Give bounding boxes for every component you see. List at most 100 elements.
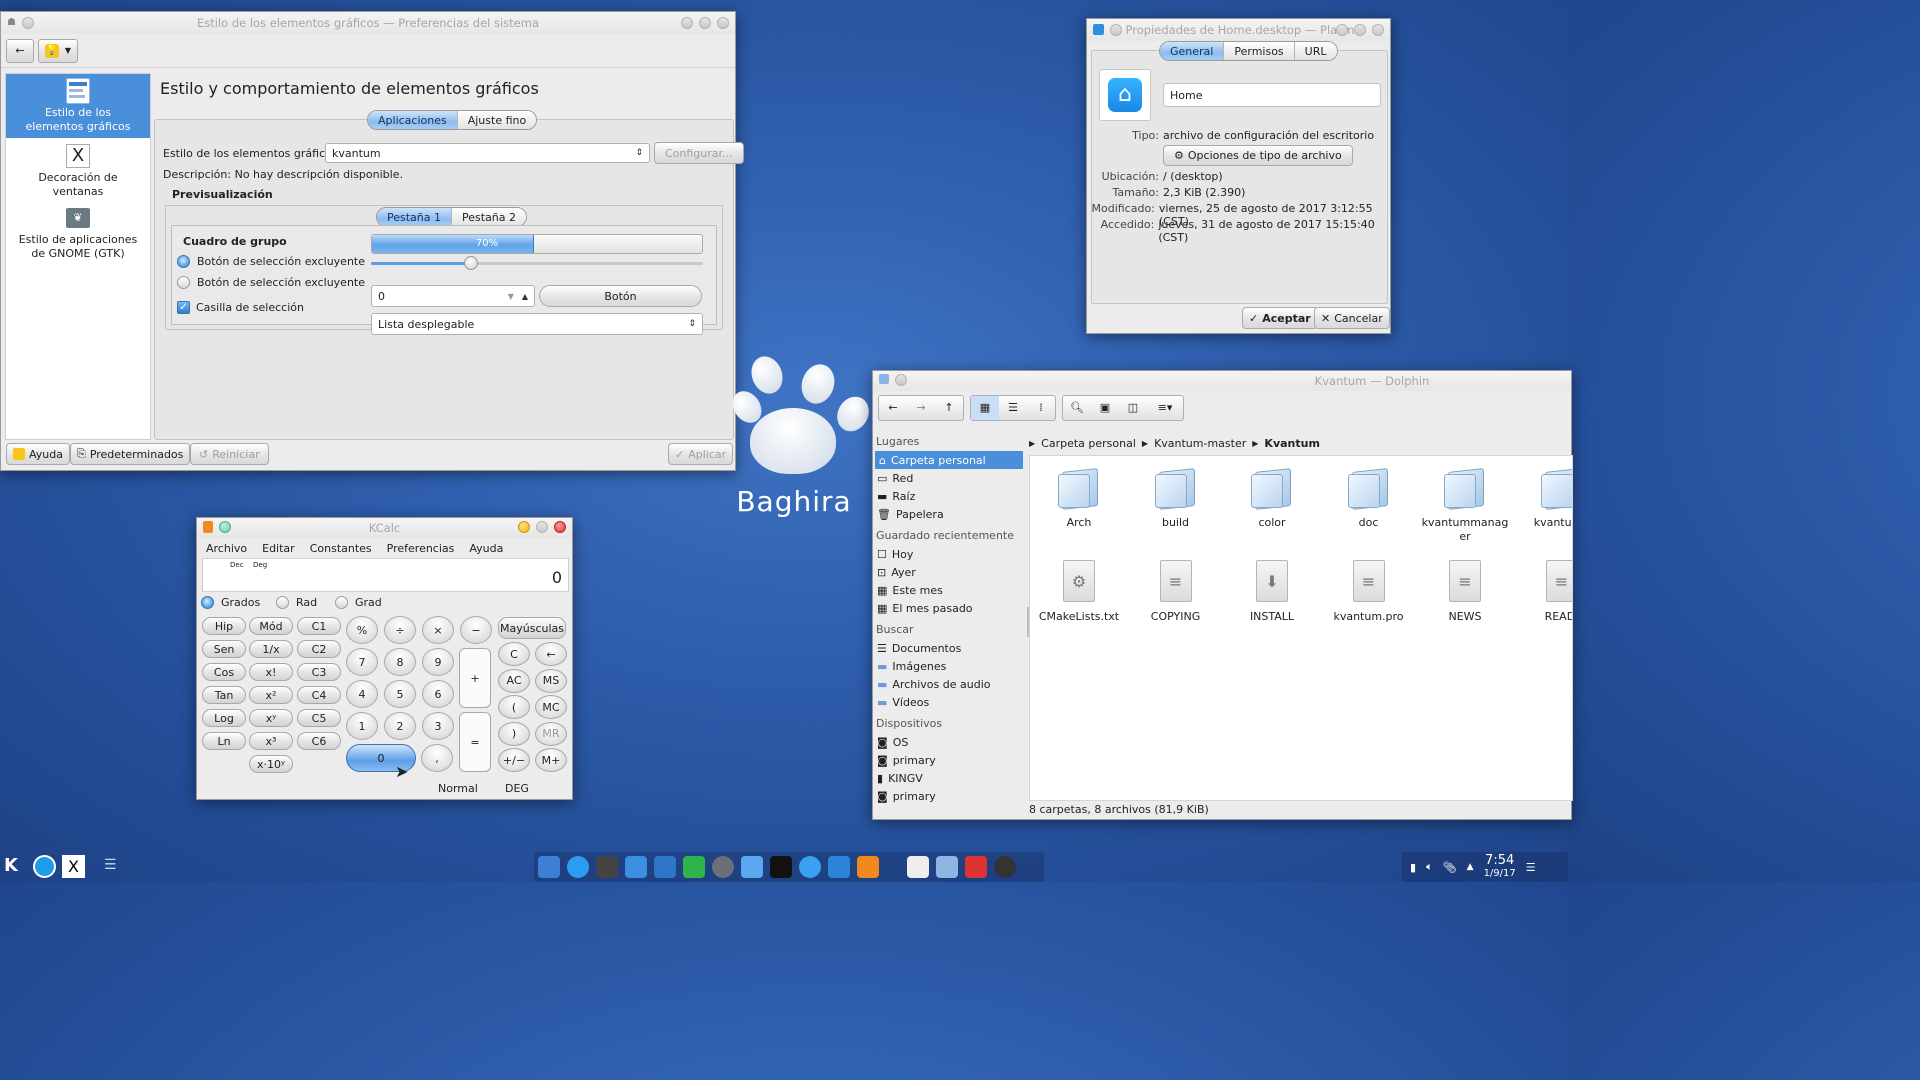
- file-item[interactable]: ≡ NEWS: [1420, 560, 1510, 623]
- icons-view-icon[interactable]: ▦: [971, 396, 999, 420]
- operator-key[interactable]: −: [460, 616, 492, 644]
- trash-dock-icon[interactable]: [965, 856, 987, 878]
- x-launcher-icon[interactable]: X: [62, 855, 85, 878]
- clip-icon[interactable]: 📎︎: [1443, 861, 1457, 874]
- minimize-button[interactable]: [1336, 24, 1348, 36]
- tab-preview-1[interactable]: Pestaña 1: [377, 208, 453, 226]
- tab-preview-2[interactable]: Pestaña 2: [452, 208, 527, 226]
- folder-item[interactable]: doc: [1324, 464, 1414, 530]
- fn-key[interactable]: Tan: [202, 686, 246, 704]
- folder-item[interactable]: color: [1227, 464, 1317, 530]
- hat-dock-icon[interactable]: [596, 856, 618, 878]
- menu-ayuda[interactable]: Ayuda: [469, 542, 503, 555]
- spin-box[interactable]: 0 ▼ ▲: [371, 285, 535, 307]
- crumb-kvantum-master[interactable]: Kvantum-master: [1154, 437, 1246, 450]
- angle-rad[interactable]: Rad: [276, 596, 317, 609]
- digit-key[interactable]: 1: [346, 712, 378, 740]
- fn-key[interactable]: x·10ʸ: [249, 755, 293, 773]
- pin-button[interactable]: [21, 17, 34, 29]
- search-documents[interactable]: ☰ Documentos: [873, 639, 1027, 657]
- settings-titlebar[interactable]: ☗ Estilo de los elementos gráficos — Pre…: [1, 12, 735, 34]
- memory-key[interactable]: MS: [535, 668, 567, 693]
- device-kingv[interactable]: ▮ KINGV: [873, 769, 1027, 787]
- place-root[interactable]: ▬ Raíz: [873, 487, 1027, 505]
- panel-menu-icon[interactable]: ☰: [1526, 861, 1536, 874]
- folder-item[interactable]: build: [1131, 464, 1221, 530]
- pin-button[interactable]: [1110, 24, 1122, 36]
- menu-editar[interactable]: Editar: [262, 542, 295, 555]
- spin-down-icon[interactable]: ▼: [508, 292, 514, 301]
- compact-view-icon[interactable]: ⁞: [1027, 396, 1055, 420]
- device-primary[interactable]: ◙ primary: [873, 751, 1027, 769]
- hint-button[interactable]: 💡 ▼: [38, 38, 78, 63]
- finder-dock-icon[interactable]: [741, 856, 763, 878]
- files-dock-icon[interactable]: [538, 856, 560, 878]
- crumb-kvantum[interactable]: Kvantum: [1264, 437, 1320, 450]
- defaults-button[interactable]: ⎘ Predeterminados: [70, 443, 191, 465]
- details-view-icon[interactable]: ☰: [999, 396, 1027, 420]
- help-button[interactable]: Ayuda: [6, 443, 70, 465]
- browser-dock-icon[interactable]: [567, 856, 589, 878]
- file-item[interactable]: ⚙ CMakeLists.txt: [1034, 560, 1124, 623]
- checkbox[interactable]: ✓: [177, 301, 190, 314]
- fn-key[interactable]: x!: [249, 663, 293, 681]
- recent-yesterday[interactable]: ⊡ Ayer: [873, 563, 1027, 581]
- writer-dock-icon[interactable]: [654, 856, 676, 878]
- cancel-button[interactable]: ✕ Cancelar: [1314, 307, 1390, 329]
- app-menu-icon[interactable]: ☗: [7, 17, 16, 29]
- angle-grados[interactable]: Grados: [201, 596, 260, 609]
- settings-dock-icon[interactable]: [712, 856, 734, 878]
- control-key[interactable]: (: [498, 695, 530, 719]
- digit-key[interactable]: 8: [384, 648, 416, 676]
- recent-month[interactable]: ▦ Este mes: [873, 581, 1027, 599]
- shift-key[interactable]: Mayúsculas: [498, 617, 566, 639]
- tab-permissions[interactable]: Permisos: [1224, 42, 1295, 60]
- device-os[interactable]: ◙ OS: [873, 733, 1027, 751]
- sidebar-item-gtk-style[interactable]: ❦ Estilo de aplicaciones de GNOME (GTK): [6, 202, 150, 266]
- tab-url[interactable]: URL: [1294, 42, 1337, 60]
- folder-item[interactable]: kvantummanager: [1420, 464, 1510, 544]
- forward-icon[interactable]: →: [907, 396, 935, 420]
- memory-key[interactable]: C1: [297, 617, 341, 635]
- split-view-icon[interactable]: ◫: [1119, 396, 1147, 420]
- fn-key[interactable]: 1/x: [249, 640, 293, 658]
- close-button[interactable]: [1372, 24, 1384, 36]
- search-launcher-icon[interactable]: [33, 855, 56, 878]
- fn-key[interactable]: Mód: [249, 617, 293, 635]
- taskbar-menu-icon[interactable]: ☰: [104, 857, 117, 873]
- spin-up-icon[interactable]: ▲: [522, 292, 528, 301]
- tab-general[interactable]: General: [1160, 42, 1225, 60]
- properties-titlebar[interactable]: Propiedades de Home.desktop — Plasma: [1087, 19, 1390, 41]
- volume-icon[interactable]: 🔈︎: [1426, 860, 1433, 874]
- recent-today[interactable]: ☐ Hoy: [873, 545, 1027, 563]
- memory-key[interactable]: M+: [535, 748, 567, 772]
- file-type-options-button[interactable]: ⚙ Opciones de tipo de archivo: [1163, 145, 1353, 166]
- digit-key[interactable]: 6: [422, 680, 454, 708]
- slider[interactable]: [371, 256, 703, 270]
- memory-key[interactable]: C6: [297, 732, 341, 750]
- operator-key[interactable]: ×: [422, 616, 454, 644]
- minimize-button[interactable]: [518, 521, 530, 533]
- equals-key[interactable]: =: [459, 712, 491, 772]
- file-item[interactable]: ≡ kvantum.pro: [1324, 560, 1414, 623]
- recent-last-month[interactable]: ▦ El mes pasado: [873, 599, 1027, 617]
- crumb-home[interactable]: Carpeta personal: [1041, 437, 1136, 450]
- back-icon[interactable]: ←: [879, 396, 907, 420]
- tray-expand-icon[interactable]: ▲: [1467, 862, 1474, 872]
- memory-key[interactable]: C4: [297, 686, 341, 704]
- maximize-button[interactable]: [699, 17, 711, 29]
- angle-grad[interactable]: Grad: [335, 596, 382, 609]
- fn-key[interactable]: Sen: [202, 640, 246, 658]
- search-videos[interactable]: ▬ Vídeos: [873, 693, 1027, 711]
- clock[interactable]: 7:54 1/9/17: [1484, 854, 1516, 880]
- calc-sheet-dock-icon[interactable]: [683, 856, 705, 878]
- logout-dock-icon[interactable]: [994, 856, 1016, 878]
- maximize-button[interactable]: [1354, 24, 1366, 36]
- compass-dock-icon[interactable]: [799, 856, 821, 878]
- digit-key[interactable]: 9: [422, 648, 454, 676]
- reset-button[interactable]: ↺ Reiniciar: [190, 443, 269, 465]
- kde-menu-icon[interactable]: K: [4, 855, 26, 877]
- back-button[interactable]: ←: [6, 38, 34, 63]
- home-icon-button[interactable]: ⌂: [1099, 69, 1151, 121]
- search-images[interactable]: ▬ Imágenes: [873, 657, 1027, 675]
